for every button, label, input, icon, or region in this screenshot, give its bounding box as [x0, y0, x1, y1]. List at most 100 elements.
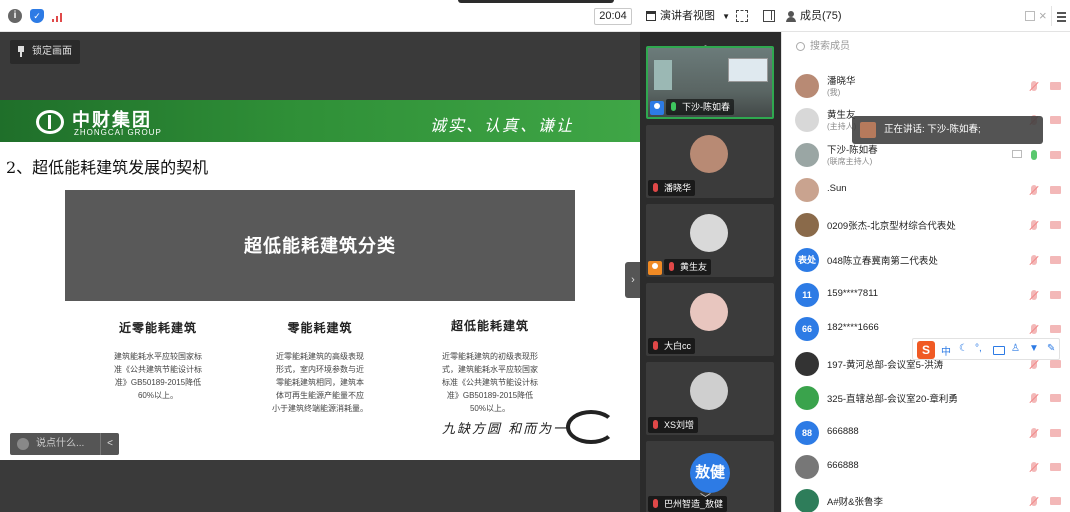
camera-off-icon[interactable] [1050, 325, 1061, 333]
slogan: 诚实、认真、谦让 [430, 116, 575, 135]
avatar [690, 293, 728, 331]
camera-off-icon[interactable] [1050, 256, 1061, 264]
category-title: 超低能耗建筑分类 [244, 236, 396, 256]
member-row[interactable]: A#财&张鲁李 [782, 483, 1070, 512]
meeting-timer: 20:04 [594, 8, 632, 25]
video-tile[interactable]: XS刘增 [646, 362, 774, 435]
keyboard-icon[interactable] [993, 346, 1005, 355]
wrench-icon[interactable]: ✎ [1047, 343, 1055, 354]
camera-off-icon[interactable] [1050, 82, 1061, 90]
shirt-icon[interactable]: ▼ [1029, 343, 1039, 354]
video-tile[interactable]: 潘晓华 [646, 125, 774, 198]
ime-toolbar[interactable]: S 中 ☾ °, ♙ ▼ ✎ [912, 338, 1060, 360]
mic-muted-icon[interactable] [1031, 81, 1037, 91]
camera-off-icon[interactable] [1050, 186, 1061, 194]
presenter-view-icon [646, 11, 656, 21]
avatar [795, 143, 819, 167]
avatar [795, 386, 819, 410]
lock-screen-button[interactable]: 锁定画面 [10, 40, 80, 64]
members-title-label: 成员(75) [800, 10, 842, 22]
body-line: 近零能耗建筑的高级表现 [276, 352, 364, 361]
smile-icon[interactable] [17, 438, 29, 450]
avatar [860, 122, 876, 138]
punctuation-icon[interactable]: °, [975, 343, 982, 354]
tile-name: 下沙-陈如春 [682, 102, 730, 112]
member-search-input[interactable]: 搜索成员 [794, 36, 1054, 58]
video-tile[interactable]: 大白cc [646, 283, 774, 356]
body-line: 60%以上。 [137, 391, 178, 400]
body-line: 零能耗建筑相同，建筑本 [276, 378, 364, 387]
user-icon[interactable]: ♙ [1011, 343, 1020, 354]
member-row[interactable]: 潘晓华 (我) [782, 68, 1070, 102]
avatar [795, 74, 819, 98]
side-panel-icon[interactable] [763, 10, 775, 22]
mic-muted-icon[interactable] [1031, 462, 1037, 472]
video-tile[interactable]: 下沙-陈如春 [646, 46, 774, 119]
avatar [795, 455, 819, 479]
shield-icon[interactable]: ✓ [30, 9, 44, 23]
video-tile[interactable]: 黄生友 [646, 204, 774, 277]
chevron-down-icon[interactable]: ﹀ [700, 490, 711, 506]
ime-language-toggle[interactable]: 中 [941, 343, 951, 358]
mic-muted-icon[interactable] [1031, 496, 1037, 506]
member-row[interactable]: .Sun [782, 172, 1070, 206]
chevron-left-icon[interactable]: < [100, 433, 119, 455]
mic-muted-icon[interactable] [1031, 185, 1037, 195]
member-row[interactable]: 666888 [782, 449, 1070, 483]
camera-off-icon[interactable] [1050, 497, 1061, 505]
member-row[interactable]: 0209张杰-北京型材综合代表处 [782, 207, 1070, 241]
presentation-slide: 中财集团 ZHONGCAI GROUP 诚实、认真、谦让 2、超低能耗建筑发展的… [0, 100, 640, 460]
member-name: A#财&张鲁李 [827, 497, 883, 508]
camera-off-icon[interactable] [1050, 360, 1061, 368]
mic-muted-icon[interactable] [1031, 428, 1037, 438]
camera-off-icon[interactable] [1050, 221, 1061, 229]
moon-icon[interactable]: ☾ [959, 343, 968, 354]
speaking-now-toast: 正在讲话: 下沙-陈如春; [852, 116, 1043, 144]
camera-off-icon[interactable] [1050, 429, 1061, 437]
fullscreen-icon[interactable] [736, 10, 748, 22]
chat-input[interactable]: 说点什么... < [10, 433, 119, 455]
signal-icon[interactable] [50, 9, 64, 23]
body-line: 形式，室内环境参数与近 [276, 365, 364, 374]
member-row[interactable]: 88 666888 [782, 415, 1070, 449]
member-name: 048陈立春冀南第二代表处 [827, 256, 938, 267]
enso-circle-icon [566, 410, 616, 444]
members-tab[interactable]: 成员(75) [786, 8, 842, 25]
mic-muted-icon[interactable] [1031, 255, 1037, 265]
body-line: 体可再生能源产能量不应 [276, 391, 364, 400]
popout-icon[interactable] [1025, 11, 1035, 21]
top-toolbar: i ✓ 20:04 演讲者视图 ▼ 成员(75) × [0, 0, 1070, 32]
member-name: 666888 [827, 460, 859, 471]
member-name: 325-直辖总部-会议室20-章利勇 [827, 394, 958, 405]
mic-on-icon[interactable] [1031, 150, 1037, 160]
category-banner: 超低能耗建筑分类 [65, 190, 575, 301]
camera-off-icon[interactable] [1050, 394, 1061, 402]
presenter-view-dropdown[interactable]: 演讲者视图 ▼ [646, 8, 730, 25]
avatar: 66 [795, 317, 819, 341]
camera-off-icon[interactable] [1050, 291, 1061, 299]
collapse-strip-button[interactable]: › [625, 262, 641, 298]
column-title: 零能耗建筑 [287, 321, 353, 335]
member-row[interactable]: 325-直辖总部-会议室20-章利勇 [782, 380, 1070, 414]
mic-muted-icon[interactable] [1031, 393, 1037, 403]
tile-name: 潘晓华 [664, 183, 692, 193]
mic-muted-icon[interactable] [1031, 359, 1037, 369]
member-row[interactable]: 11 159****7811 [782, 277, 1070, 311]
mic-muted-icon[interactable] [1031, 324, 1037, 334]
mic-muted-icon[interactable] [1031, 290, 1037, 300]
slide-subtitle: 2、超低能耗建筑发展的契机 [6, 158, 209, 177]
info-icon[interactable]: i [8, 9, 22, 23]
mic-muted-icon[interactable] [1031, 220, 1037, 230]
screen-share-icon[interactable] [1012, 150, 1022, 158]
close-icon[interactable]: × [1039, 8, 1047, 23]
member-row[interactable]: 表处 048陈立春冀南第二代表处 [782, 242, 1070, 276]
ime-logo-icon[interactable]: S [917, 341, 935, 359]
body-line: 准》GB50189-2015降低 [446, 391, 534, 400]
member-name: 182****1666 [827, 322, 879, 333]
camera-off-icon[interactable] [1050, 463, 1061, 471]
camera-off-icon[interactable] [1050, 151, 1061, 159]
camera-off-icon[interactable] [1050, 116, 1061, 124]
menu-icon[interactable] [1051, 6, 1069, 26]
avatar [795, 352, 819, 376]
tile-label: 巴州智造_敖健 [648, 496, 728, 512]
